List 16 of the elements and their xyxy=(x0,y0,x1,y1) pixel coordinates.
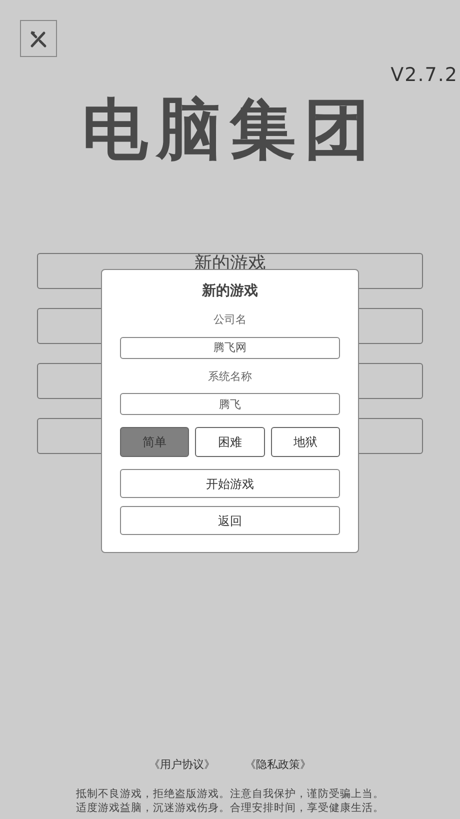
start-button[interactable]: 开始游戏 xyxy=(120,469,340,498)
notice-text: 适度游戏益脑，沉迷游戏伤身。合理安排时间，享受健康生活。 xyxy=(76,801,384,815)
text-field[interactable]: 腾飞网 xyxy=(120,336,340,358)
footer-link[interactable]: 《隐私政策》 xyxy=(245,756,311,773)
settings-button[interactable] xyxy=(20,20,57,57)
back-button[interactable]: 返回 xyxy=(120,506,340,535)
version-label: V2.7.2 xyxy=(390,62,458,88)
field-label: 公司名 xyxy=(214,312,246,328)
difficulty-button[interactable]: 困难 xyxy=(195,427,265,457)
footer-link[interactable]: 《用户协议》 xyxy=(149,756,215,773)
notice-text: 抵制不良游戏，拒绝盗版游戏。注意自我保护，谨防受骗上当。 xyxy=(76,787,384,801)
field-label: 系统名称 xyxy=(208,368,252,384)
tools-icon xyxy=(28,28,48,48)
app-title: 电脑集团 xyxy=(82,96,378,162)
text-field[interactable]: 腾飞 xyxy=(120,393,340,415)
difficulty-button[interactable]: 地狱 xyxy=(270,427,340,457)
